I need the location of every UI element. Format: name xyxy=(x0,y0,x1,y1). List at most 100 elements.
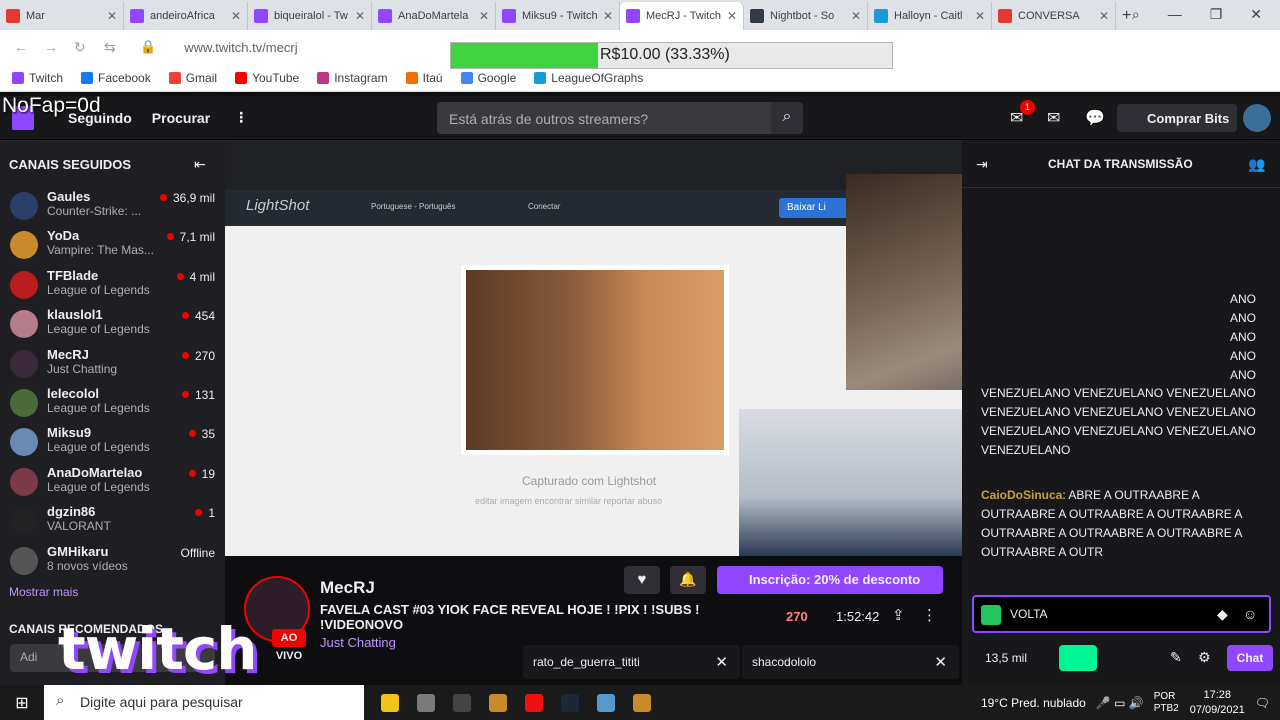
bookmark[interactable]: LeagueOfGraphs xyxy=(534,71,643,85)
taskbar-app-icon[interactable] xyxy=(408,685,444,720)
taskbar-app-icon[interactable] xyxy=(624,685,660,720)
sidebar-channel[interactable]: MecRJ Just Chatting 270 xyxy=(0,344,225,383)
bookmark[interactable]: Gmail xyxy=(168,71,217,85)
browser-tab[interactable]: AnaDoMartela ✕ xyxy=(372,2,496,30)
buy-bits-button[interactable]: Comprar Bits xyxy=(1117,104,1237,132)
taskbar-search-input[interactable]: ⌕ Digite aqui para pesquisar xyxy=(44,685,364,720)
channel-name[interactable]: MecRJ xyxy=(320,578,375,598)
sidebar-channel[interactable]: klauslol1 League of Legends 454 xyxy=(0,304,225,343)
close-icon[interactable]: ✕ xyxy=(934,653,947,671)
sidebar-channel[interactable]: AnaDoMartelao League of Legends 19 xyxy=(0,462,225,501)
whispers-icon[interactable]: 💬 xyxy=(1085,108,1105,128)
emoji-picker-icon[interactable]: ☺ xyxy=(1243,606,1257,622)
search-icon[interactable]: ⌕ xyxy=(771,102,803,134)
taskbar-app-icon[interactable] xyxy=(480,685,516,720)
user-avatar[interactable] xyxy=(1243,104,1271,132)
taskbar-search-placeholder: Digite aqui para pesquisar xyxy=(80,694,243,710)
bookmark[interactable]: Google xyxy=(460,71,516,85)
browser-tab[interactable]: CONVERSA ✕ xyxy=(992,2,1116,30)
notifications-icon[interactable]: 🗨 xyxy=(1255,696,1270,710)
tray-icons[interactable]: 🎤 ▭ 🔊 xyxy=(1096,696,1144,710)
taskbar-app-icon[interactable] xyxy=(552,685,588,720)
taskbar-app-icon[interactable] xyxy=(588,685,624,720)
notifications-bell-button[interactable]: 🔔 xyxy=(670,566,706,594)
browser-tab[interactable]: Mar ✕ xyxy=(0,2,124,30)
follow-heart-button[interactable]: ♥ xyxy=(624,566,660,594)
popup-rato[interactable]: rato_de_guerra_tititi ✕ xyxy=(523,645,740,679)
close-window-icon[interactable]: ✕ xyxy=(1250,6,1262,23)
close-tab-icon[interactable]: ✕ xyxy=(851,9,861,23)
clock[interactable]: 17:28 07/09/2021 xyxy=(1190,688,1245,718)
close-icon[interactable]: ✕ xyxy=(715,653,728,671)
tabs-icon[interactable]: ⇆ xyxy=(104,39,134,56)
collapse-chat-icon[interactable]: ⇥ xyxy=(976,156,988,173)
browser-tab[interactable]: andeiroAfrica ✕ xyxy=(124,2,248,30)
browser-tab[interactable]: Miksu9 - Twitch ✕ xyxy=(496,2,620,30)
bookmark[interactable]: YouTube xyxy=(235,71,299,85)
taskbar-app-icon[interactable] xyxy=(516,685,552,720)
show-more-link[interactable]: Mostrar mais xyxy=(9,585,78,599)
close-tab-icon[interactable]: ✕ xyxy=(603,9,613,23)
sidebar-channel[interactable]: TFBlade League of Legends 4 mil xyxy=(0,265,225,304)
url-field[interactable]: www.twitch.tv/mecrj xyxy=(184,40,297,55)
browser-tab[interactable]: biqueiralol - Tw ✕ xyxy=(248,2,372,30)
forward-icon[interactable]: → xyxy=(44,39,74,55)
popup-shaco[interactable]: shacodololo ✕ xyxy=(742,645,959,679)
nav-browse[interactable]: Procurar xyxy=(152,110,210,126)
bookmark[interactable]: Twitch xyxy=(12,71,63,85)
close-tab-icon[interactable]: ✕ xyxy=(107,9,117,23)
subscribe-button[interactable]: Inscrição: 20% de desconto xyxy=(717,566,943,594)
channel-points[interactable]: 13,5 mil xyxy=(985,651,1027,665)
browser-tab[interactable]: Halloyn - Caitl ✕ xyxy=(868,2,992,30)
close-tab-icon[interactable]: ✕ xyxy=(975,9,985,23)
bookmark[interactable]: Facebook xyxy=(81,71,151,85)
sidebar-channel[interactable]: lelecolol League of Legends 131 xyxy=(0,383,225,422)
settings-gear-icon[interactable]: ⚙ xyxy=(1198,649,1211,666)
sidebar-channel[interactable]: dgzin86 VALORANT 1 xyxy=(0,501,225,540)
lightshot-logo: LightShot xyxy=(246,197,310,214)
close-tab-icon[interactable]: ✕ xyxy=(355,9,365,23)
bookmark[interactable]: Itaú xyxy=(405,71,443,85)
close-tab-icon[interactable]: ✕ xyxy=(479,9,489,23)
emote-icon[interactable] xyxy=(981,605,1001,625)
back-icon[interactable]: ← xyxy=(14,39,44,55)
minimize-icon[interactable]: — xyxy=(1168,6,1182,23)
channel-game: Counter-Strike: ... xyxy=(47,204,142,218)
browser-tab[interactable]: MecRJ - Twitch ✕ xyxy=(620,2,744,30)
viewer-text: 131 xyxy=(194,388,215,402)
live-dot-icon xyxy=(188,430,196,438)
pen-icon[interactable]: ✎ xyxy=(1170,649,1182,666)
sidebar-channel[interactable]: Miksu9 League of Legends 35 xyxy=(0,422,225,461)
more-options-icon[interactable]: ⋮ xyxy=(922,606,937,624)
close-tab-icon[interactable]: ✕ xyxy=(1099,9,1109,23)
tab-label: Halloyn - Caitl xyxy=(894,10,963,22)
taskbar-app-icon[interactable] xyxy=(444,685,480,720)
stream-category[interactable]: Just Chatting xyxy=(320,635,396,650)
sidebar-channel[interactable]: YoDa Vampire: The Mas... 7,1 mil xyxy=(0,225,225,264)
close-tab-icon[interactable]: ✕ xyxy=(231,9,241,23)
reload-icon[interactable]: ↻ xyxy=(74,39,104,56)
more-icon[interactable]: ⋮ xyxy=(234,109,248,126)
windows-start-icon[interactable]: ⊞ xyxy=(0,693,44,713)
chat-users-icon[interactable]: 👥 xyxy=(1248,156,1265,173)
bits-icon[interactable]: ◆ xyxy=(1217,606,1228,623)
sidebar-channel[interactable]: Gaules Counter-Strike: ... 36,9 mil xyxy=(0,186,225,225)
close-tab-icon[interactable]: ✕ xyxy=(727,9,737,23)
collapse-sidebar-icon[interactable]: ⇤ xyxy=(194,156,206,173)
browser-tab[interactable]: Nightbot - So ✕ xyxy=(744,2,868,30)
tab-search-icon[interactable]: ⌕ xyxy=(1132,6,1140,23)
share-icon[interactable]: ⇪ xyxy=(892,606,905,624)
weather-text[interactable]: 19°C Pred. nublado xyxy=(981,696,1086,710)
chat-username[interactable]: CaioDoSinuca xyxy=(981,488,1062,502)
search-input[interactable]: Está atrás de outros streamers? xyxy=(437,102,771,134)
restore-icon[interactable]: ❐ xyxy=(1210,6,1223,23)
bookmark[interactable]: Instagram xyxy=(317,71,388,85)
taskbar-app-icon[interactable] xyxy=(372,685,408,720)
chat-title: CHAT DA TRANSMISSÃO xyxy=(1048,157,1193,171)
gift-icon[interactable] xyxy=(1059,645,1097,671)
chat-send-button[interactable]: Chat xyxy=(1227,645,1273,671)
sidebar-channel[interactable]: GMHikaru 8 novos vídeos Offline xyxy=(0,541,225,580)
language-indicator[interactable]: POR PTB2 xyxy=(1154,691,1180,715)
search-icon: ⌕ xyxy=(56,692,65,709)
mail-icon[interactable]: ✉ xyxy=(1047,108,1060,128)
